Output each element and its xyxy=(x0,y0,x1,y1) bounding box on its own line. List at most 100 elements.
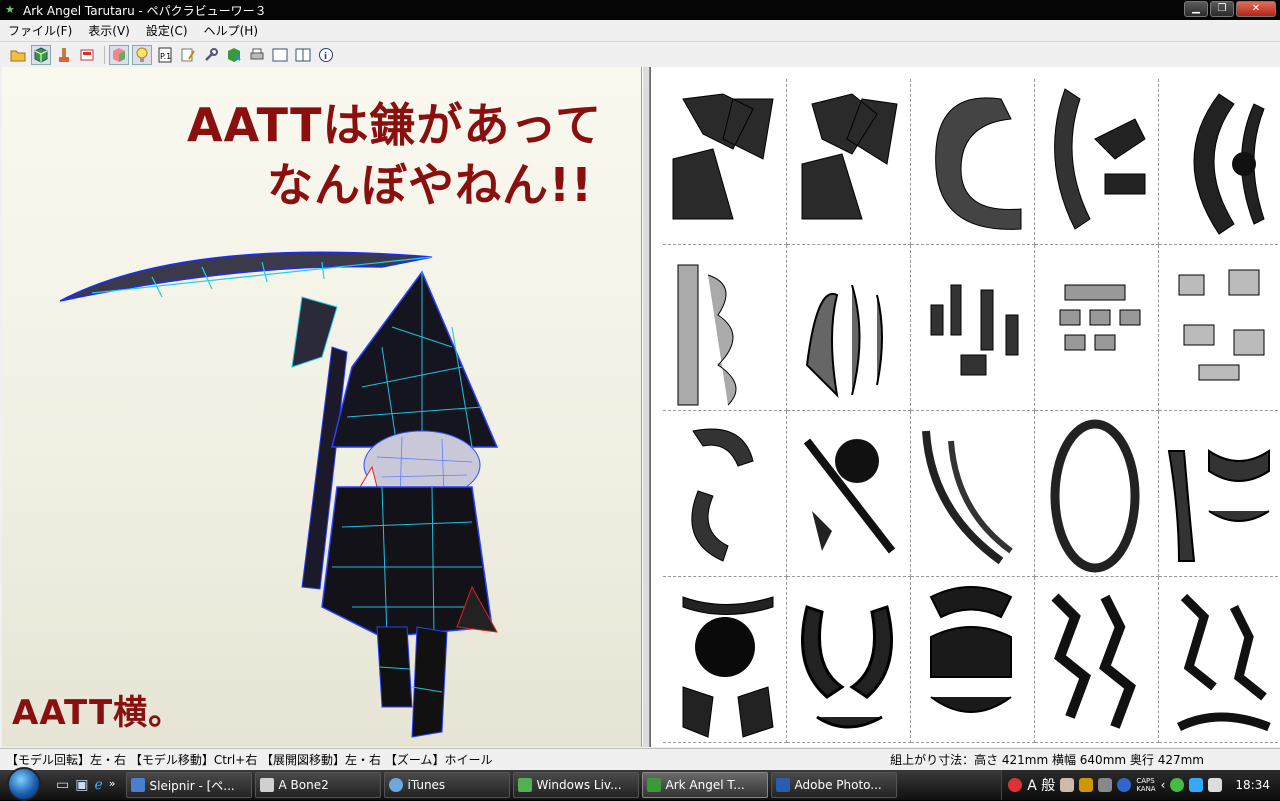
messenger-icon[interactable] xyxy=(1170,778,1185,792)
more-icon[interactable]: » xyxy=(109,777,116,793)
pattern-sheet-page xyxy=(1035,245,1159,411)
open-folder-icon[interactable] xyxy=(8,45,28,65)
title-bar[interactable]: ★ Ark Angel Tarutaru - ペパクラビューワー３ ▁ ❐ ✕ xyxy=(0,0,1280,20)
minimize-button[interactable]: ▁ xyxy=(1184,1,1208,17)
info-icon[interactable]: i xyxy=(316,45,336,65)
antivirus-icon[interactable] xyxy=(1008,778,1023,792)
export-icon[interactable] xyxy=(224,45,244,65)
pattern-sheet-page xyxy=(1159,79,1280,245)
brush-icon[interactable] xyxy=(54,45,74,65)
pattern-parts xyxy=(1176,593,1271,732)
chevron-left-icon[interactable]: ‹ xyxy=(1161,778,1166,792)
printer-icon[interactable] xyxy=(247,45,267,65)
task-abone2[interactable]: A Bone2 xyxy=(254,772,381,798)
pattern-parts xyxy=(1050,419,1140,573)
svg-text:P.1: P.1 xyxy=(160,52,171,61)
task-ark-angel[interactable]: Ark Angel T... xyxy=(641,772,768,798)
edit-icon[interactable] xyxy=(178,45,198,65)
pepakura-icon xyxy=(646,778,661,792)
volume-icon[interactable] xyxy=(1208,778,1223,792)
dictionary-icon[interactable] xyxy=(1079,778,1094,792)
pattern-sheet-page xyxy=(663,245,787,411)
windows-orb-icon xyxy=(7,767,41,801)
menu-settings[interactable]: 設定(C) xyxy=(138,22,196,39)
task-windows-live[interactable]: Windows Liv... xyxy=(512,772,639,798)
dual-pane-icon[interactable] xyxy=(293,45,313,65)
maximize-button[interactable]: ❐ xyxy=(1210,1,1234,17)
menu-file[interactable]: ファイル(F) xyxy=(0,22,80,39)
pattern-parts xyxy=(1193,93,1265,235)
pattern-sheet-page xyxy=(663,411,787,577)
texture-icon[interactable] xyxy=(109,44,129,65)
photoshop-icon xyxy=(775,778,790,792)
close-button[interactable]: ✕ xyxy=(1236,1,1276,17)
pattern-parts xyxy=(1051,593,1136,729)
switch-windows-icon[interactable]: ▣ xyxy=(75,777,88,793)
pattern-pane[interactable] xyxy=(650,67,1280,747)
internet-explorer-icon[interactable]: ℯ xyxy=(94,777,102,793)
status-bar: 【モデル回転】左・右 【モデル移動】Ctrl+右 【展開図移動】左・右 【ズーム… xyxy=(0,748,1280,770)
pattern-parts xyxy=(930,284,1019,376)
pattern-parts xyxy=(935,97,1022,230)
window-title: Ark Angel Tarutaru - ペパクラビューワー３ xyxy=(23,3,267,18)
task-photoshop[interactable]: Adobe Photo... xyxy=(770,772,897,798)
pattern-parts xyxy=(801,605,893,729)
svg-text:i: i xyxy=(324,52,327,62)
menu-bar: ファイル(F) 表示(V) 設定(C) ヘルプ(H) xyxy=(0,20,1280,40)
light-icon[interactable] xyxy=(132,44,152,65)
3d-view-icon[interactable] xyxy=(31,44,51,65)
system-tray: A 般 CAPS KANA ‹ 18:34 xyxy=(1001,770,1280,800)
pattern-sheet-page xyxy=(1159,245,1280,411)
status-dimensions: 組上がり寸法：高さ 421mm 横幅 640mm 奥行 427mm xyxy=(890,753,1204,767)
pattern-parts xyxy=(672,93,774,220)
pattern-sheet-page xyxy=(1035,79,1159,245)
help-icon[interactable] xyxy=(1117,778,1132,792)
caps-kana-indicator: CAPS KANA xyxy=(1136,777,1156,793)
pattern-sheet-page xyxy=(1035,577,1159,743)
page-number-icon[interactable]: P.1 xyxy=(155,45,175,65)
task-buttons: Sleipnir - [ペ... A Bone2 iTunes Windows … xyxy=(125,772,897,798)
ime-settings-icon[interactable] xyxy=(1098,778,1113,792)
clock[interactable]: 18:34 xyxy=(1235,778,1270,792)
pattern-sheet-page xyxy=(787,577,911,743)
pattern-parts xyxy=(691,428,754,562)
pattern-sheet-page xyxy=(1035,411,1159,577)
pattern-parts xyxy=(803,438,896,554)
task-itunes[interactable]: iTunes xyxy=(383,772,510,798)
sleipnir-icon xyxy=(130,778,145,792)
pattern-sheet-page xyxy=(911,245,1035,411)
pane-splitter[interactable] xyxy=(642,67,650,747)
menu-view[interactable]: 表示(V) xyxy=(80,22,138,39)
toolbar: P.1 i xyxy=(0,41,1280,67)
pattern-sheet-page xyxy=(787,245,911,411)
model-viewport[interactable]: AATTは鎌があって なんぼやねん!! AATT横。 xyxy=(2,67,642,747)
wrench-icon[interactable] xyxy=(201,45,221,65)
caption-text: AATT横。 xyxy=(12,693,184,733)
pattern-sheet-page xyxy=(787,79,911,245)
abone2-icon xyxy=(259,778,274,792)
menu-help[interactable]: ヘルプ(H) xyxy=(196,22,266,39)
status-help-text: 【モデル回転】左・右 【モデル移動】Ctrl+右 【展開図移動】左・右 【ズーム… xyxy=(6,753,493,767)
pattern-parts xyxy=(1054,88,1146,230)
pattern-sheet-page xyxy=(663,577,787,743)
pattern-sheets-grid xyxy=(663,79,1280,747)
network-icon[interactable] xyxy=(1189,778,1204,792)
print-preview-icon[interactable] xyxy=(77,45,97,65)
pattern-sheet-page xyxy=(911,411,1035,577)
pattern-parts xyxy=(801,93,898,220)
task-sleipnir[interactable]: Sleipnir - [ペ... xyxy=(125,772,252,798)
pattern-parts xyxy=(682,596,774,738)
itunes-icon xyxy=(388,778,403,792)
ime-indicator[interactable]: A 般 xyxy=(1027,775,1055,795)
start-button[interactable] xyxy=(0,767,48,801)
wireframe-model xyxy=(59,251,499,738)
show-desktop-icon[interactable]: ▭ xyxy=(56,777,69,793)
pattern-sheet-page xyxy=(911,79,1035,245)
windows-live-icon xyxy=(517,778,532,792)
single-pane-icon[interactable] xyxy=(270,45,290,65)
pattern-sheet-page xyxy=(663,79,787,245)
pattern-sheet-page xyxy=(787,411,911,577)
pattern-sheet-page xyxy=(1159,577,1280,743)
pattern-parts xyxy=(1178,269,1265,381)
ime-tool-icon[interactable] xyxy=(1060,778,1075,792)
